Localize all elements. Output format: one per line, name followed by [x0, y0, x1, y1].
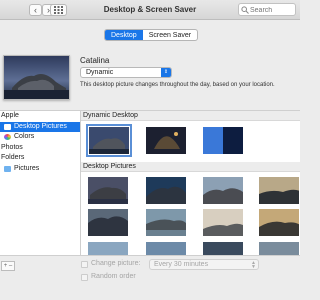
mode-value: Dynamic: [86, 69, 114, 76]
section-header-pictures: Desktop Pictures: [81, 162, 300, 172]
title-bar: ‹ › Desktop & Screen Saver: [0, 0, 300, 20]
sidebar-item-label: Pictures: [14, 165, 40, 172]
sidebar-group-apple[interactable]: Apple: [1, 112, 19, 119]
wallpaper-thumb[interactable]: [259, 209, 299, 236]
sidebar-item-label: Colors: [14, 133, 35, 140]
random-order-label: Random order: [91, 273, 136, 280]
tab-bar: Desktop Screen Saver: [104, 29, 199, 41]
wallpaper-thumb[interactable]: [146, 242, 186, 255]
wallpaper-thumb[interactable]: [203, 242, 243, 255]
colors-icon: [4, 134, 11, 140]
wallpaper-thumb[interactable]: [259, 242, 299, 255]
wallpaper-thumb[interactable]: [146, 209, 186, 236]
select-arrows-icon: ⇕: [161, 68, 171, 77]
wallpaper-thumb[interactable]: [88, 242, 128, 255]
wallpaper-thumb[interactable]: [88, 177, 128, 204]
sidebar-item-pictures[interactable]: Pictures: [0, 164, 80, 174]
select-arrows-icon: ▲ ▼: [251, 260, 256, 270]
folder-icon: [4, 166, 11, 172]
change-picture-checkbox[interactable]: [81, 261, 88, 268]
sidebar-group-folders[interactable]: Folders: [1, 154, 24, 161]
sidebar-item-label: Desktop Pictures: [14, 123, 67, 130]
interval-select[interactable]: Every 30 minutes ▲ ▼: [149, 259, 259, 270]
add-remove-button[interactable]: + –: [1, 261, 15, 271]
wallpaper-thumb[interactable]: [203, 177, 243, 204]
change-picture-label: Change picture:: [91, 260, 141, 267]
wallpaper-thumb[interactable]: [259, 177, 299, 204]
bottom-bar: + – Change picture: Every 30 minutes ▲ ▼ …: [0, 255, 300, 300]
wallpaper-thumb[interactable]: [146, 177, 186, 204]
search-field[interactable]: [238, 3, 296, 16]
wallpaper-thumb[interactable]: [203, 209, 243, 236]
interval-value: Every 30 minutes: [154, 261, 209, 268]
folder-icon: [4, 124, 11, 130]
sidebar-item-colors[interactable]: Colors: [0, 132, 80, 142]
random-order-checkbox[interactable]: [81, 274, 88, 281]
sidebar-item-desktop-pictures[interactable]: Desktop Pictures: [0, 122, 80, 132]
tab-desktop[interactable]: Desktop: [105, 30, 143, 40]
search-icon: [241, 6, 249, 14]
wallpaper-browser: Dynamic Desktop Desktop Pictures: [81, 110, 300, 255]
source-sidebar: Apple Desktop Pictures Colors Photos Fol…: [0, 110, 81, 255]
search-input[interactable]: [250, 5, 295, 15]
sidebar-group-photos[interactable]: Photos: [1, 144, 23, 151]
wallpaper-thumb[interactable]: [86, 124, 132, 157]
section-header-dynamic: Dynamic Desktop: [81, 111, 300, 121]
wallpaper-thumb[interactable]: [88, 209, 128, 236]
wallpaper-description: This desktop picture changes throughout …: [80, 82, 275, 88]
wallpaper-thumb[interactable]: [203, 127, 243, 154]
mode-select[interactable]: Dynamic ⇕: [80, 67, 172, 78]
tab-screen-saver[interactable]: Screen Saver: [143, 30, 197, 40]
wallpaper-name: Catalina: [80, 56, 110, 65]
wallpaper-thumb[interactable]: [146, 127, 186, 154]
wallpaper-preview: [3, 55, 70, 100]
